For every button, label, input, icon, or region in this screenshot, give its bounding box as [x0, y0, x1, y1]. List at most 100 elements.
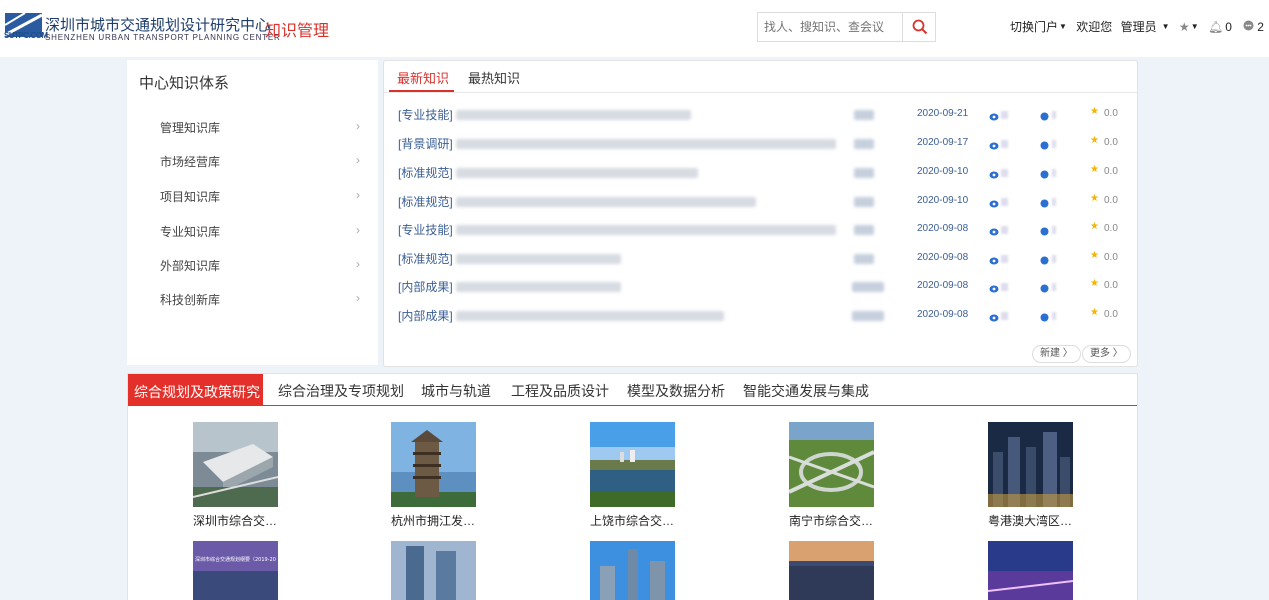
- search-input[interactable]: [757, 12, 902, 42]
- comment-icon: [1040, 254, 1049, 268]
- card-thumbnail[interactable]: [391, 541, 476, 600]
- item-score: 0.0: [1104, 137, 1118, 148]
- sidebar-item-management[interactable]: 管理知识库 ›: [160, 119, 360, 139]
- tab-underline: [128, 405, 1137, 406]
- item-score: 0.0: [1104, 166, 1118, 177]
- list-item[interactable]: [内部成果] 2020-09-08 ★ 0.0: [384, 306, 1137, 326]
- item-category[interactable]: [标准规范]: [398, 193, 453, 210]
- item-date: 2020-09-08: [917, 280, 969, 291]
- item-category[interactable]: [专业技能]: [398, 221, 453, 238]
- search-button[interactable]: [902, 12, 936, 42]
- item-category[interactable]: [标准规范]: [398, 250, 453, 267]
- card-caption[interactable]: 深圳市综合交…: [193, 512, 293, 529]
- card-thumbnail[interactable]: [391, 422, 476, 507]
- chevron-right-icon: ›: [356, 188, 360, 202]
- skyline-image: [590, 541, 675, 600]
- aerial-building-image: [193, 422, 278, 507]
- blurred-count: [1001, 283, 1008, 291]
- interchange-image: [789, 422, 874, 507]
- blurred-author: [854, 168, 874, 178]
- card-thumbnail[interactable]: [988, 541, 1073, 600]
- notifications-button[interactable]: 🔔︎ 0: [1208, 19, 1232, 34]
- blurred-author: [854, 254, 874, 264]
- category-panel: 综合规划及政策研究 综合治理及专项规划 城市与轨道 工程及品质设计 模型及数据分…: [127, 373, 1138, 600]
- star-icon: ★: [1090, 106, 1099, 117]
- card-caption[interactable]: 南宁市综合交…: [789, 512, 889, 529]
- list-item[interactable]: [标准规范] 2020-09-10 ★ 0.0: [384, 163, 1137, 183]
- sidebar-item-market[interactable]: 市场经营库 ›: [160, 153, 360, 173]
- app-title[interactable]: 知识管理: [265, 17, 329, 41]
- sidebar-item-professional[interactable]: 专业知识库 ›: [160, 223, 360, 243]
- tab-model-data[interactable]: 模型及数据分析: [627, 381, 725, 401]
- chevron-right-icon: ›: [356, 291, 360, 305]
- tab-governance[interactable]: 综合治理及专项规划: [278, 381, 404, 401]
- list-item[interactable]: [标准规范] 2020-09-08 ★ 0.0: [384, 249, 1137, 269]
- chevron-right-icon: ›: [356, 257, 360, 271]
- sidebar-item-project[interactable]: 项目知识库 ›: [160, 188, 360, 208]
- new-button[interactable]: 新建 〉: [1032, 345, 1081, 363]
- comment-icon: [1040, 282, 1049, 296]
- card-thumbnail[interactable]: [590, 422, 675, 507]
- list-item[interactable]: [背景调研] 2020-09-17 ★ 0.0: [384, 134, 1137, 154]
- logo-english-name: SHENZHEN URBAN TRANSPORT PLANNING CENTER: [45, 33, 281, 42]
- card-caption[interactable]: 粤港澳大湾区…: [988, 512, 1088, 529]
- tab-planning-policy[interactable]: 综合规划及政策研究: [128, 374, 263, 405]
- card-thumbnail[interactable]: [789, 541, 874, 600]
- item-category[interactable]: [背景调研]: [398, 135, 453, 152]
- blurred-count: [1052, 169, 1056, 177]
- list-item[interactable]: [内部成果] 2020-09-08 ★ 0.0: [384, 277, 1137, 297]
- messages-button[interactable]: 2: [1243, 19, 1264, 34]
- list-item[interactable]: [标准规范] 2020-09-10 ★ 0.0: [384, 192, 1137, 212]
- item-date: 2020-09-21: [917, 108, 969, 119]
- more-button[interactable]: 更多 〉: [1082, 345, 1131, 363]
- blurred-count: [1001, 111, 1008, 119]
- blurred-count: [1001, 169, 1008, 177]
- blurred-title: [456, 254, 621, 264]
- card-thumbnail[interactable]: [193, 422, 278, 507]
- user-menu[interactable]: 管理员 ▼: [1121, 18, 1176, 35]
- list-item[interactable]: [专业技能] 2020-09-08 ★ 0.0: [384, 220, 1137, 240]
- card-thumbnail[interactable]: [590, 541, 675, 600]
- sidebar-item-external[interactable]: 外部知识库 ›: [160, 257, 360, 277]
- item-category[interactable]: [专业技能]: [398, 106, 453, 123]
- favorites-menu[interactable]: ★▼: [1179, 19, 1205, 34]
- blurred-count: [1001, 198, 1008, 206]
- star-icon: ★: [1090, 164, 1099, 175]
- blurred-author: [854, 225, 874, 235]
- blurred-count: [1001, 226, 1008, 234]
- eye-icon: [989, 254, 999, 268]
- blurred-count: [1001, 140, 1008, 148]
- city-sunset-image: [193, 541, 278, 600]
- tab-its[interactable]: 智能交通发展与集成: [743, 381, 869, 401]
- list-item[interactable]: [专业技能] 2020-09-21 ★ 0.0: [384, 105, 1137, 125]
- knowledge-list-panel: 最新知识 最热知识 [专业技能] 2020-09-21 ★ 0.0 [背景调研]…: [383, 60, 1138, 367]
- chevron-right-icon: ›: [356, 119, 360, 133]
- tab-engineering[interactable]: 工程及品质设计: [511, 381, 609, 401]
- sidebar-item-innovation[interactable]: 科技创新库 ›: [160, 291, 360, 311]
- item-date: 2020-09-17: [917, 137, 969, 148]
- card-thumbnail[interactable]: [789, 422, 874, 507]
- lake-city-image: [590, 422, 675, 507]
- item-score: 0.0: [1104, 309, 1118, 320]
- dusk-city-image: [789, 541, 874, 600]
- eye-icon: [989, 197, 999, 211]
- card-thumbnail[interactable]: [988, 422, 1073, 507]
- blurred-title: [456, 311, 724, 321]
- eye-icon: [989, 282, 999, 296]
- card-caption[interactable]: 上饶市综合交…: [590, 512, 690, 529]
- comment-icon: [1040, 110, 1049, 124]
- tab-latest[interactable]: 最新知识: [397, 68, 449, 87]
- tab-divider: [384, 92, 1137, 93]
- tab-hottest[interactable]: 最热知识: [468, 68, 520, 87]
- item-category[interactable]: [标准规范]: [398, 164, 453, 181]
- card-caption[interactable]: 杭州市拥江发…: [391, 512, 491, 529]
- blurred-count: [1052, 111, 1056, 119]
- item-category[interactable]: [内部成果]: [398, 307, 453, 324]
- tab-city-rail[interactable]: 城市与轨道: [421, 381, 491, 401]
- switch-portal-menu[interactable]: 切换门户▼: [1010, 18, 1073, 35]
- item-date: 2020-09-08: [917, 309, 969, 320]
- card-thumbnail[interactable]: 深圳市综合交通规划纲要（2019-20: [193, 541, 278, 600]
- item-category[interactable]: [内部成果]: [398, 278, 453, 295]
- comment-icon: [1040, 139, 1049, 153]
- comment-icon: [1040, 225, 1049, 239]
